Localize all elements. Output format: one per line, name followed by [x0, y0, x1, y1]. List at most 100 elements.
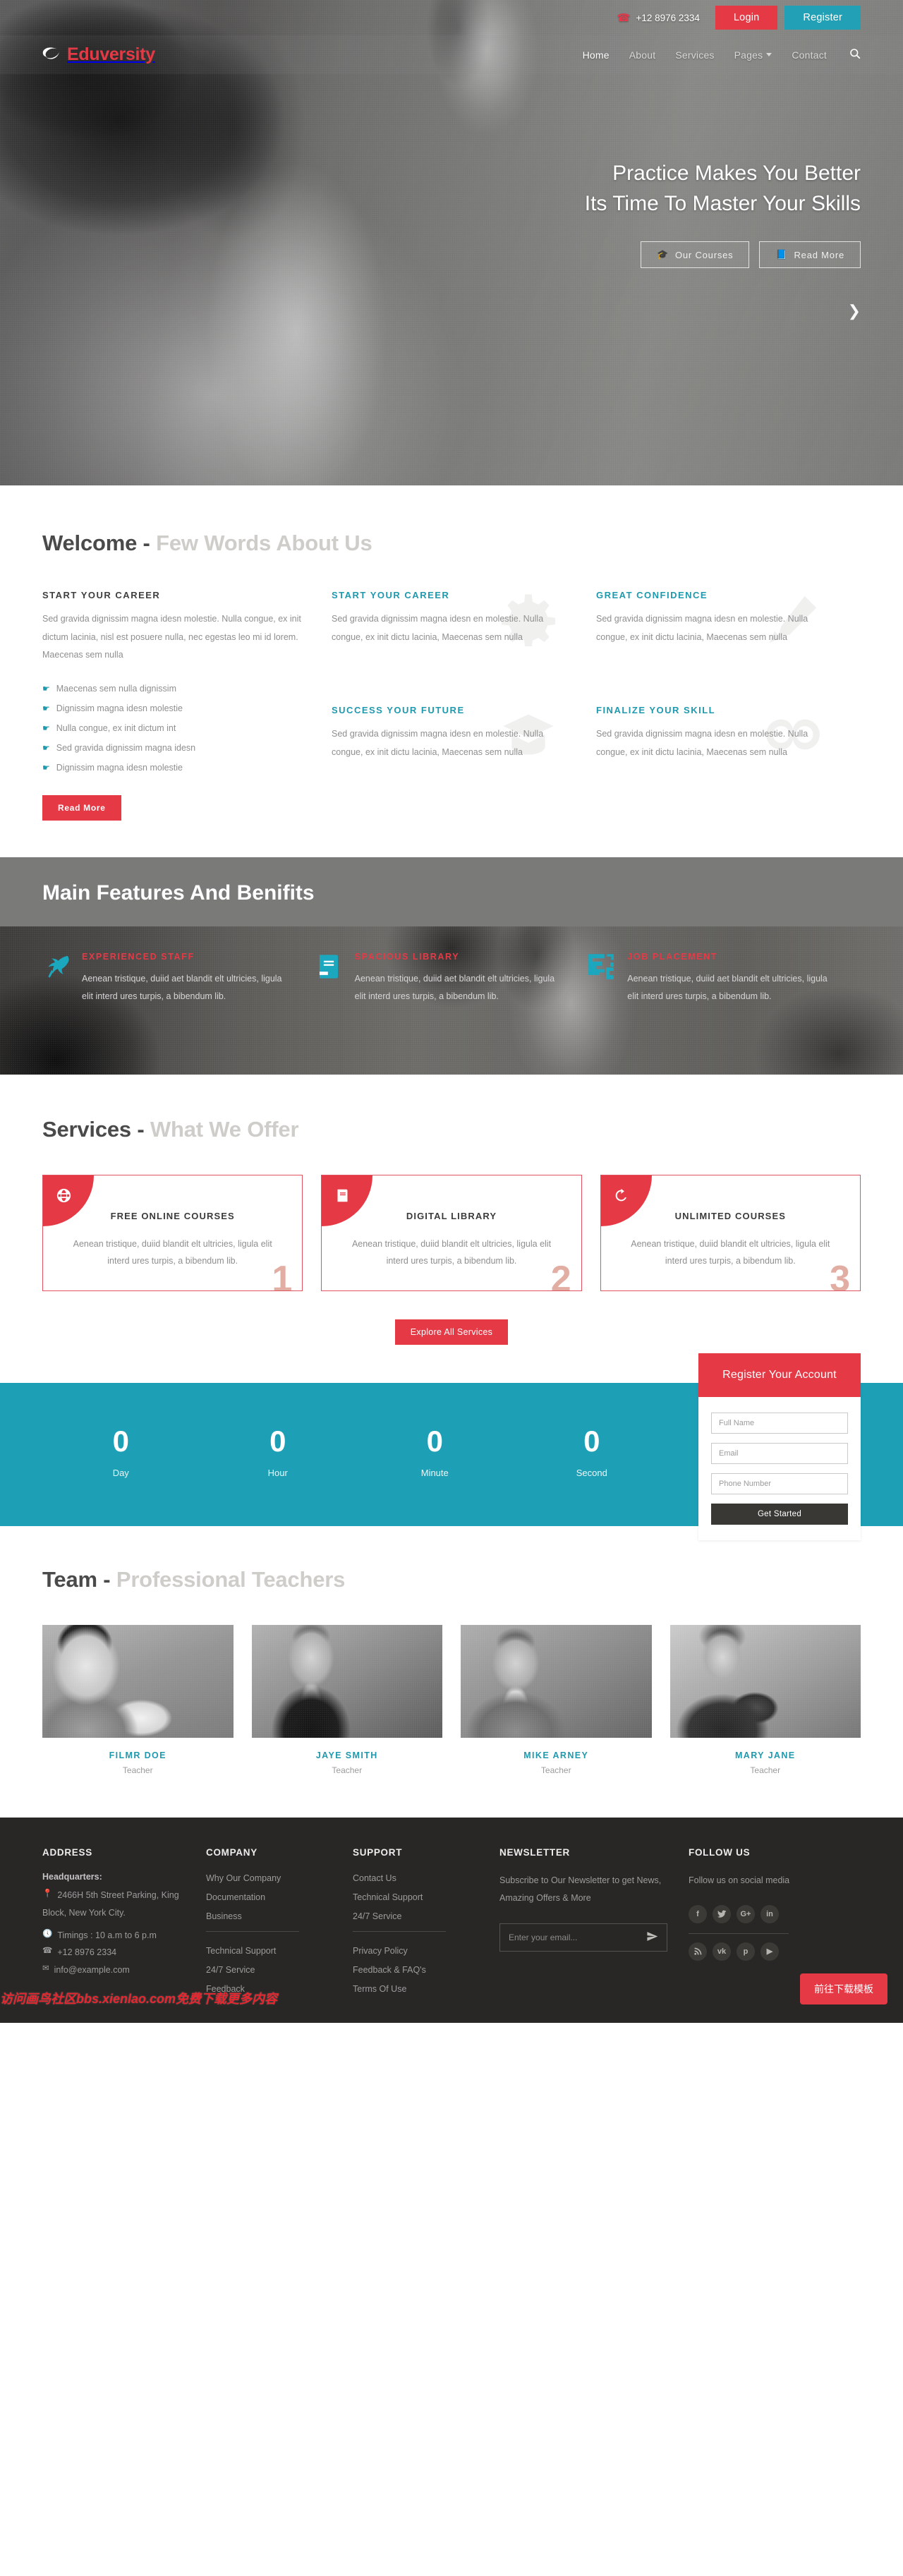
- topbar-phone: ☎ +12 8976 2334: [617, 13, 700, 23]
- brand-logo[interactable]: Eduversity: [42, 44, 155, 65]
- footer-column-company: COMPANY Why Our Company Documentation Bu…: [206, 1847, 353, 2002]
- welcome-left-title: START YOUR CAREER: [42, 590, 161, 600]
- vk-icon[interactable]: vk: [713, 1942, 731, 1961]
- nav-item-pages[interactable]: Pages: [734, 49, 772, 61]
- footer-link[interactable]: Technical Support: [206, 1946, 276, 1956]
- footer-link[interactable]: Terms Of Use: [353, 1984, 406, 1994]
- service-number: 2: [550, 1259, 571, 1292]
- footer-heading: FOLLOW US: [689, 1847, 751, 1858]
- our-courses-button[interactable]: 🎓 Our Courses: [640, 241, 750, 269]
- login-button[interactable]: Login: [715, 6, 778, 30]
- features-grid: EXPERIENCED STAFF Aenean tristique, duii…: [42, 926, 861, 1005]
- read-more-button[interactable]: 📘 Read More: [759, 241, 861, 269]
- team-member-name: MIKE ARNEY: [523, 1750, 589, 1761]
- welcome-section: Welcome - Few Words About Us START YOUR …: [0, 485, 903, 857]
- linkedin-icon[interactable]: in: [760, 1904, 779, 1923]
- team-member-role: Teacher: [332, 1765, 363, 1776]
- get-started-button[interactable]: Get Started: [711, 1504, 848, 1525]
- footer-timings: 🕔 Timings : 10 a.m to 6 p.m: [42, 1927, 185, 1944]
- footer-phone-text: +12 8976 2334: [57, 1947, 117, 1958]
- twitter-icon[interactable]: [713, 1904, 731, 1923]
- footer-link[interactable]: Business: [206, 1911, 242, 1921]
- team-member-name: MARY JANE: [734, 1750, 796, 1761]
- features-section: Main Features And Benifits EXPERIENCED S…: [0, 857, 903, 1075]
- nav-item-about[interactable]: About: [629, 49, 656, 61]
- footer-grid: ADDRESS Headquarters: 📍 2466H 5th Street…: [42, 1847, 861, 2002]
- crescent-logo-icon: [42, 46, 61, 64]
- navbar: Eduversity Home About Services Pages Con…: [0, 35, 903, 74]
- paper-plane-icon[interactable]: [646, 1930, 658, 1945]
- service-title: UNLIMITED COURSES: [674, 1210, 786, 1221]
- features-heading-band: Main Features And Benifits: [0, 857, 903, 926]
- team-member-name: FILMR DOE: [109, 1750, 166, 1761]
- footer-link[interactable]: Technical Support: [353, 1892, 423, 1902]
- nav-item-contact[interactable]: Contact: [792, 49, 827, 61]
- full-name-input[interactable]: [711, 1413, 848, 1434]
- team-heading: Team - Professional Teachers: [42, 1567, 861, 1592]
- newsletter-email-input[interactable]: [509, 1933, 636, 1942]
- follow-text: Follow us on social media: [689, 1875, 790, 1886]
- team-member: MARY JANE Teacher: [669, 1625, 861, 1775]
- countdown-section: 0 Day 0 Hour 0 Minute 0 Second Register …: [0, 1353, 903, 1541]
- service-title: DIGITAL LIBRARY: [406, 1210, 497, 1221]
- team-member: JAYE SMITH Teacher: [251, 1625, 442, 1776]
- footer: ADDRESS Headquarters: 📍 2466H 5th Street…: [0, 1818, 903, 2024]
- clock-icon: 🕔: [42, 1930, 53, 1938]
- footer-heading: COMPANY: [206, 1847, 257, 1858]
- footer-city: Block, New York City.: [42, 1907, 126, 1918]
- youtube-icon[interactable]: ▶: [760, 1942, 779, 1961]
- welcome-cell: SUCCESS YOUR FUTURE Sed gravida dignissi…: [332, 705, 596, 820]
- welcome-cell: FINALIZE YOUR SKILL Sed gravida dignissi…: [596, 705, 861, 820]
- main-nav: Home About Services Pages Contact: [583, 48, 861, 61]
- service-card[interactable]: FREE ONLINE COURSES Aenean tristique, du…: [42, 1174, 303, 1292]
- welcome-cell-text: Sed gravida dignissim magna idesn en mol…: [332, 614, 544, 642]
- divider: [353, 1931, 446, 1933]
- list-item-label: Sed gravida dignissim magna idesn: [56, 743, 196, 754]
- footer-street-text: 2466H 5th Street Parking, King: [57, 1890, 179, 1901]
- features-heading: Main Features And Benifits: [42, 881, 315, 905]
- search-icon[interactable]: [849, 48, 861, 61]
- chevron-double-down-icon[interactable]: ❯: [848, 303, 861, 319]
- service-text: Aenean tristique, duiid blandit elt ultr…: [73, 1238, 272, 1266]
- service-card[interactable]: UNLIMITED COURSES Aenean tristique, duii…: [600, 1174, 861, 1292]
- footer-link[interactable]: Feedback & FAQ's: [353, 1965, 426, 1975]
- pinterest-icon[interactable]: p: [737, 1942, 755, 1961]
- footer-email[interactable]: ✉ info@example.com: [42, 1961, 185, 1978]
- list-item-label: Maecenas sem nulla dignissim: [56, 683, 176, 694]
- maze-icon: [588, 953, 616, 1005]
- email-input[interactable]: [711, 1443, 848, 1465]
- service-card[interactable]: DIGITAL LIBRARY Aenean tristique, duiid …: [321, 1174, 582, 1292]
- download-template-button[interactable]: 前往下载模板: [800, 1973, 887, 2005]
- nav-item-home[interactable]: Home: [583, 49, 610, 61]
- facebook-icon[interactable]: f: [689, 1904, 707, 1923]
- list-item: 24/7 Service: [206, 1964, 332, 1976]
- phone-input[interactable]: [711, 1473, 848, 1495]
- list-item: Contact Us: [353, 1872, 478, 1885]
- footer-link[interactable]: Feedback: [206, 1984, 245, 1994]
- nav-item-services[interactable]: Services: [675, 49, 714, 61]
- footer-link[interactable]: Why Our Company: [206, 1873, 281, 1883]
- list-item: ☛ Dignissim magna idesn molestie: [42, 699, 303, 718]
- footer-link[interactable]: Contact Us: [353, 1873, 396, 1883]
- avatar: [669, 1625, 861, 1739]
- rss-icon[interactable]: [689, 1942, 707, 1961]
- footer-link[interactable]: 24/7 Service: [206, 1965, 255, 1975]
- welcome-cell-title: GREAT CONFIDENCE: [596, 590, 708, 600]
- countdown-timer: 0 Day 0 Hour 0 Minute 0 Second: [42, 1425, 698, 1479]
- welcome-heading-dark: Welcome -: [42, 531, 150, 555]
- services-heading-light: What We Offer: [150, 1116, 299, 1142]
- register-button[interactable]: Register: [784, 6, 861, 30]
- welcome-cell: START YOUR CAREER Sed gravida dignissim …: [332, 590, 596, 705]
- welcome-read-more-button[interactable]: Read More: [42, 794, 121, 821]
- services-cta-wrap: Explore All Services: [42, 1319, 861, 1346]
- hero-headline-line1: Practice Makes You Better: [612, 162, 861, 185]
- footer-link[interactable]: Documentation: [206, 1892, 265, 1902]
- countdown-value: 0: [583, 1425, 600, 1458]
- team-heading-dark: Team -: [42, 1567, 111, 1592]
- footer-link[interactable]: Privacy Policy: [353, 1946, 408, 1956]
- footer-email-text: info@example.com: [54, 1964, 130, 1975]
- footer-link[interactable]: 24/7 Service: [353, 1911, 401, 1921]
- explore-all-services-button[interactable]: Explore All Services: [394, 1319, 509, 1346]
- google-plus-icon[interactable]: G+: [737, 1904, 755, 1923]
- welcome-cell-text: Sed gravida dignissim magna idesn en mol…: [332, 729, 544, 757]
